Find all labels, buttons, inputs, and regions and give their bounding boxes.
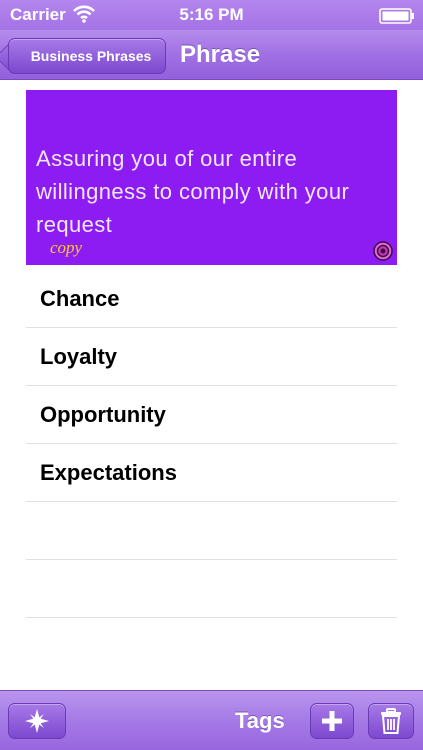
plus-icon [322, 711, 342, 731]
favorite-button[interactable] [8, 703, 66, 739]
empty-list-row [26, 560, 397, 618]
list-item[interactable]: Chance [26, 270, 397, 328]
list-item[interactable]: Expectations [26, 444, 397, 502]
tag-list: Chance Loyalty Opportunity Expectations [26, 270, 397, 676]
back-button[interactable]: Business Phrases [8, 38, 166, 74]
back-button-label: Business Phrases [30, 48, 152, 64]
delete-button[interactable] [368, 703, 414, 739]
empty-list-row [26, 618, 397, 676]
copy-button[interactable]: copy [50, 238, 82, 258]
page-title: Phrase [180, 41, 261, 68]
empty-list-row [26, 502, 397, 560]
list-item-label: Opportunity [40, 401, 166, 427]
phrase-card: Assuring you of our entire willingness t… [26, 90, 397, 265]
navigation-bar: Business Phrases Phrase [0, 30, 423, 80]
add-tag-button[interactable] [310, 703, 354, 739]
list-item[interactable]: Opportunity [26, 386, 397, 444]
star-icon [25, 709, 49, 733]
list-item-label: Expectations [40, 459, 177, 485]
battery-icon [379, 8, 414, 24]
audio-record-icon[interactable] [373, 241, 393, 261]
bottom-toolbar: Tags [0, 690, 423, 750]
list-item[interactable]: Loyalty [26, 328, 397, 386]
tags-label: Tags [235, 708, 285, 733]
list-item-label: Chance [40, 285, 120, 311]
status-bar: Carrier 5:16 PM [0, 0, 423, 30]
clock: 5:16 PM [179, 5, 244, 24]
phrase-text: Assuring you of our entire willingness t… [36, 146, 350, 237]
list-item-label: Loyalty [40, 343, 118, 369]
trash-icon [381, 708, 401, 734]
